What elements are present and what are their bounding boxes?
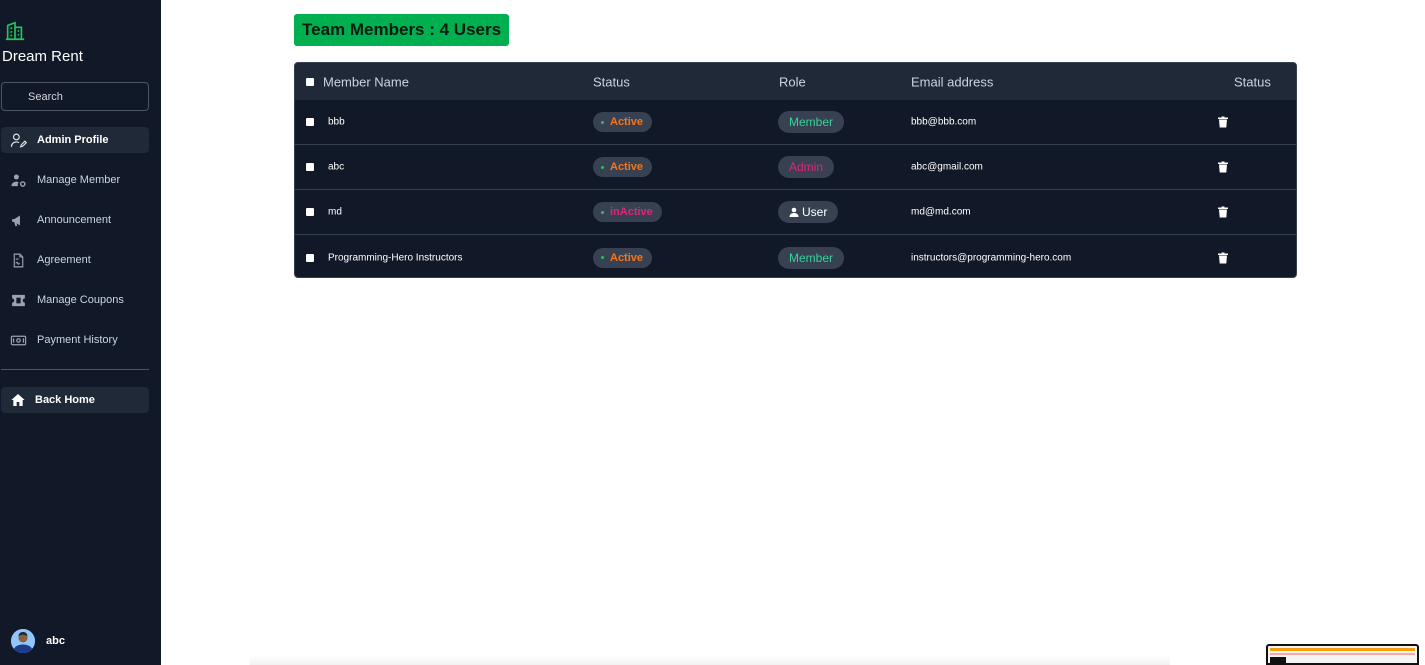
- header-actions: Status: [1234, 74, 1271, 89]
- user-icon: [789, 207, 799, 217]
- search-input[interactable]: [1, 82, 149, 111]
- delete-button[interactable]: [1218, 161, 1228, 173]
- row-checkbox[interactable]: [306, 118, 314, 126]
- table-row: md inActive User md@md.com: [295, 190, 1296, 235]
- sidebar-item-manage-member[interactable]: Manage Member: [1, 167, 149, 193]
- megaphone-icon: [12, 215, 20, 226]
- member-name: Programming-Hero Instructors: [328, 252, 463, 263]
- sidebar-item-manage-coupons[interactable]: Manage Coupons: [1, 287, 149, 313]
- team-members-badge: Team Members : 4 Users: [294, 14, 510, 46]
- table-header: Member Name Status Role Email address St…: [295, 63, 1296, 100]
- email-address: abc@gmail.com: [911, 161, 983, 173]
- building-icon: [5, 21, 25, 41]
- members-table: Member Name Status Role Email address St…: [294, 62, 1297, 278]
- preview-thumbnail[interactable]: [1266, 644, 1419, 665]
- trash-icon: [1218, 161, 1228, 173]
- sidebar-item-label: Manage Member: [37, 174, 121, 186]
- delete-button[interactable]: [1218, 252, 1228, 263]
- row-checkbox[interactable]: [306, 163, 314, 171]
- home-icon: [11, 394, 25, 406]
- status-badge: Active: [593, 247, 653, 268]
- sidebar-nav: Admin Profile Manage Member Announcement…: [1, 127, 149, 367]
- money-bill-icon: [10, 335, 27, 345]
- select-all-checkbox[interactable]: [306, 77, 314, 86]
- status-badge: inActive: [593, 202, 662, 222]
- email-address: md@md.com: [911, 206, 971, 218]
- brand[interactable]: Dream Rent: [2, 20, 83, 65]
- email-address: bbb@bbb.com: [911, 116, 977, 128]
- role-button[interactable]: Member: [778, 111, 845, 133]
- sidebar-item-payment-history[interactable]: Payment History: [1, 327, 149, 353]
- back-home-label: Back Home: [35, 394, 95, 406]
- footer-shadow: [250, 655, 1170, 665]
- header-status: Status: [593, 74, 630, 89]
- sidebar-item-label: Payment History: [37, 334, 118, 346]
- users-gear-icon: [11, 173, 26, 187]
- header-role: Role: [779, 74, 806, 89]
- sidebar: Dream Rent Admin Profile Manage Member A…: [0, 0, 161, 665]
- status-badge: Active: [593, 157, 653, 177]
- ticket-icon: [12, 294, 25, 306]
- sidebar-item-agreement[interactable]: Agreement: [1, 247, 149, 273]
- row-checkbox[interactable]: [306, 253, 314, 262]
- member-name: md: [328, 206, 342, 218]
- role-button[interactable]: User: [778, 201, 839, 223]
- sidebar-item-admin-profile[interactable]: Admin Profile: [1, 127, 149, 153]
- sidebar-item-label: Manage Coupons: [37, 294, 124, 306]
- sidebar-item-label: Admin Profile: [37, 134, 109, 146]
- table-row: Programming-Hero Instructors Active Memb…: [295, 235, 1296, 277]
- user-name: abc: [46, 635, 65, 647]
- sidebar-divider: [1, 369, 149, 370]
- file-signature-icon: [13, 253, 24, 267]
- table-row: bbb Active Member bbb@bbb.com: [295, 100, 1296, 145]
- brand-name: Dream Rent: [2, 48, 83, 65]
- sidebar-item-label: Announcement: [37, 214, 111, 226]
- user-edit-icon: [10, 133, 27, 148]
- trash-icon: [1218, 252, 1228, 263]
- role-button[interactable]: Member: [778, 246, 845, 269]
- back-home-button[interactable]: Back Home: [1, 387, 149, 413]
- member-name: abc: [328, 161, 345, 173]
- role-button[interactable]: Admin: [778, 156, 835, 178]
- status-badge: Active: [593, 112, 653, 132]
- row-checkbox[interactable]: [306, 208, 314, 216]
- trash-icon: [1218, 116, 1228, 128]
- email-address: instructors@programming-hero.com: [911, 252, 1072, 263]
- header-email: Email address: [911, 74, 994, 89]
- user-profile[interactable]: abc: [11, 629, 65, 653]
- avatar: [11, 629, 35, 653]
- sidebar-item-announcement[interactable]: Announcement: [1, 207, 149, 233]
- table-row: abc Active Admin abc@gmail.com: [295, 145, 1296, 190]
- delete-button[interactable]: [1218, 206, 1228, 218]
- member-name: bbb: [328, 116, 345, 128]
- header-member-name: Member Name: [323, 74, 409, 89]
- delete-button[interactable]: [1218, 116, 1228, 128]
- trash-icon: [1218, 206, 1228, 218]
- sidebar-item-label: Agreement: [37, 254, 91, 266]
